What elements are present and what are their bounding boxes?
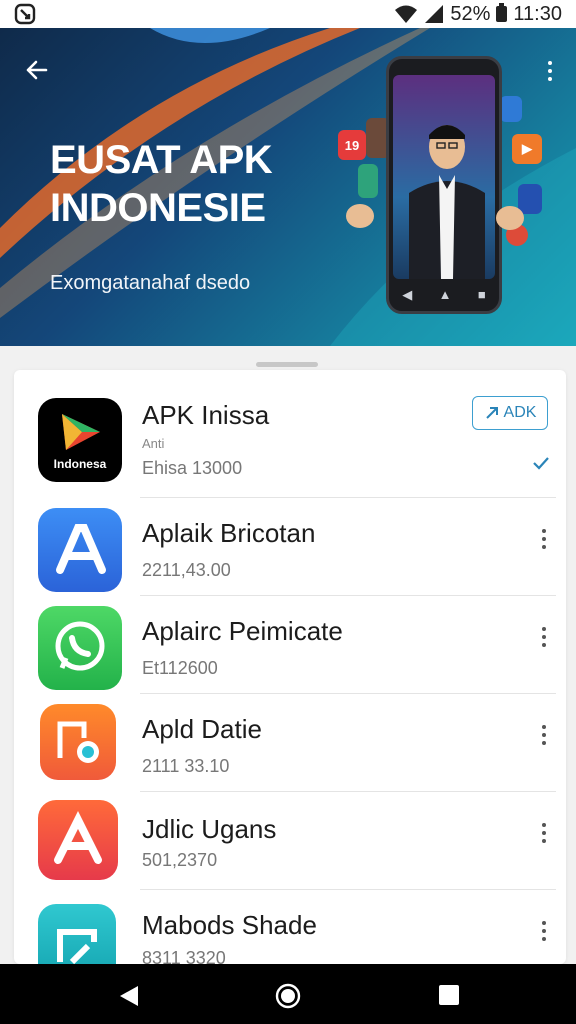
app-store-a-icon <box>38 508 122 592</box>
install-button-label: ADK <box>503 404 537 421</box>
app-meta: 8311 3320 <box>142 948 226 964</box>
app-name: Jdlic Ugans <box>142 814 277 844</box>
app-name: Mabods Shade <box>142 910 317 940</box>
list-item[interactable]: Apld Datie 2111 33.10 <box>14 694 566 792</box>
whatsapp-icon <box>38 606 122 690</box>
a-logo-icon <box>38 800 118 880</box>
battery-icon <box>496 3 508 22</box>
download-icon <box>485 407 498 419</box>
music-app-icon <box>40 704 116 780</box>
clock: 11:30 <box>513 2 562 25</box>
battery-percent: 52% <box>450 2 491 25</box>
app-icon-label: Indonesa <box>54 457 107 471</box>
app-name: APK Inissa <box>142 400 270 430</box>
app-meta: 2211,43.00 <box>142 560 231 580</box>
nav-back-icon[interactable] <box>118 984 140 1008</box>
app-meta: Et112600 <box>142 658 218 678</box>
signal-icon <box>425 5 444 23</box>
wifi-icon <box>395 5 418 23</box>
sheet-handle[interactable] <box>256 362 318 367</box>
app-meta: Ehisa 13000 <box>142 458 243 478</box>
list-item[interactable]: Mabods Shade 8311 3320 <box>14 890 566 964</box>
list-item[interactable]: Indonesa APK Inissa Anti Ehisa 13000 ADK <box>14 370 566 498</box>
app-notification-icon <box>14 3 36 25</box>
hero-banner: EUSAT APK INDONESIE Exomgatanahaf dsedo … <box>0 28 576 346</box>
app-name: Apld Datie <box>142 714 262 744</box>
more-options-button[interactable] <box>534 916 554 946</box>
app-meta: 501,2370 <box>142 850 218 870</box>
nav-recents-icon[interactable] <box>438 984 460 1006</box>
status-bar: 52% 11:30 <box>0 0 576 28</box>
system-nav-bar <box>0 964 576 1024</box>
more-options-button[interactable] <box>534 818 554 848</box>
list-item[interactable]: Jdlic Ugans 501,2370 <box>14 792 566 890</box>
check-icon <box>533 457 549 470</box>
list-item[interactable]: Aplairc Peimicate Et112600 <box>14 596 566 694</box>
install-button[interactable]: ADK <box>472 396 548 430</box>
app-list-sheet: Indonesa APK Inissa Anti Ehisa 13000 ADK… <box>14 370 566 964</box>
nav-home-icon[interactable] <box>274 982 302 1010</box>
app-developer: Anti <box>142 436 165 451</box>
app-meta: 2111 33.10 <box>142 756 230 776</box>
play-store-icon: Indonesa <box>38 398 122 482</box>
person-arms-illustration <box>346 204 524 230</box>
app-name: Aplairc Peimicate <box>142 616 343 646</box>
app-name: Aplaik Bricotan <box>142 518 316 548</box>
more-options-button[interactable] <box>534 720 554 750</box>
list-item[interactable]: Aplaik Bricotan 2211,43.00 <box>14 498 566 596</box>
more-options-button[interactable] <box>534 622 554 652</box>
more-options-button[interactable] <box>534 524 554 554</box>
folder-app-icon <box>38 904 116 964</box>
